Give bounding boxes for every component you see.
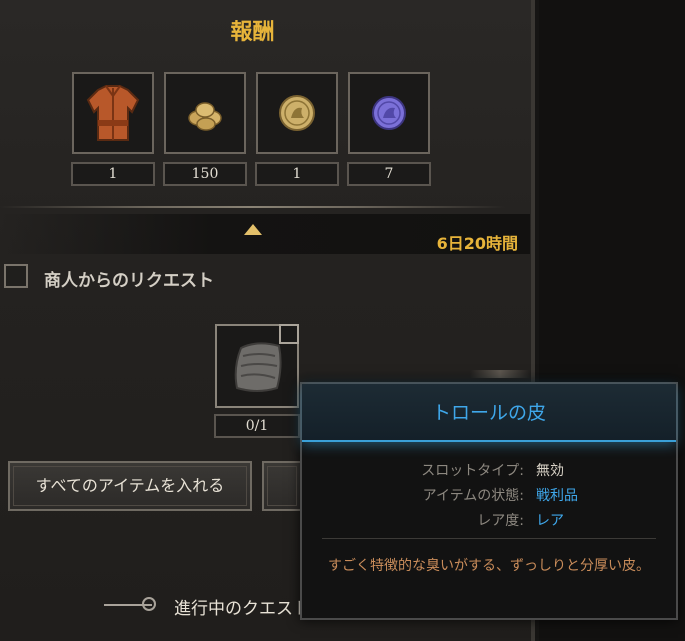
reward-slot-1[interactable] (72, 72, 154, 154)
gold-coins-icon (188, 102, 222, 131)
in-progress-quests-label[interactable]: 進行中のクエスト (174, 594, 310, 619)
tooltip-header: トロールの皮 (302, 384, 676, 442)
reward-qty-3: 1 (255, 162, 339, 186)
collapse-arrow-icon[interactable] (244, 224, 262, 235)
insert-all-items-label: すべてのアイテムを入れる (35, 476, 225, 495)
request-checkbox[interactable] (4, 264, 28, 288)
rewards-title: 報酬 (230, 20, 275, 45)
reward-slot-4[interactable] (348, 72, 430, 154)
button-inner-border (267, 466, 297, 506)
tunic-icon (86, 85, 140, 141)
reward-slot-2[interactable] (164, 72, 246, 154)
request-item-qty: 0/1 (214, 414, 300, 438)
tooltip-key: レア度: (477, 513, 524, 529)
quest-ornament-icon (142, 597, 156, 611)
tooltip-value: 戦利品 (536, 488, 578, 504)
insert-all-items-button[interactable]: すべてのアイテムを入れる (8, 461, 252, 511)
tooltip-separator (322, 538, 656, 539)
tooltip-description: すごく特徴的な臭いがする、ずっしりと分厚い皮。 (328, 558, 650, 574)
tooltip-title: トロールの皮 (431, 402, 546, 424)
request-item-checkbox[interactable] (279, 324, 299, 344)
reward-qty-4: 7 (347, 162, 431, 186)
reward-qty-2: 150 (163, 162, 247, 186)
purple-coin-icon (372, 96, 406, 130)
tooltip-key: スロットタイプ: (421, 463, 524, 479)
request-item-slot[interactable] (215, 324, 299, 408)
section-divider (0, 206, 505, 208)
tooltip-key: アイテムの状態: (422, 488, 524, 504)
reward-qty-1: 1 (71, 162, 155, 186)
frame-ornament (470, 370, 530, 378)
tooltip-value: レア (536, 513, 564, 529)
reward-slot-3[interactable] (256, 72, 338, 154)
item-tooltip: トロールの皮 スロットタイプ: 無効 アイテムの状態: 戦利品 レア度: レア … (300, 382, 678, 620)
gold-medallion-icon (279, 95, 315, 131)
tooltip-value: 無効 (536, 463, 564, 479)
request-title: 商人からのリクエスト (44, 271, 214, 291)
secondary-button[interactable] (262, 461, 302, 511)
time-remaining: 6日20時間 (436, 234, 518, 253)
